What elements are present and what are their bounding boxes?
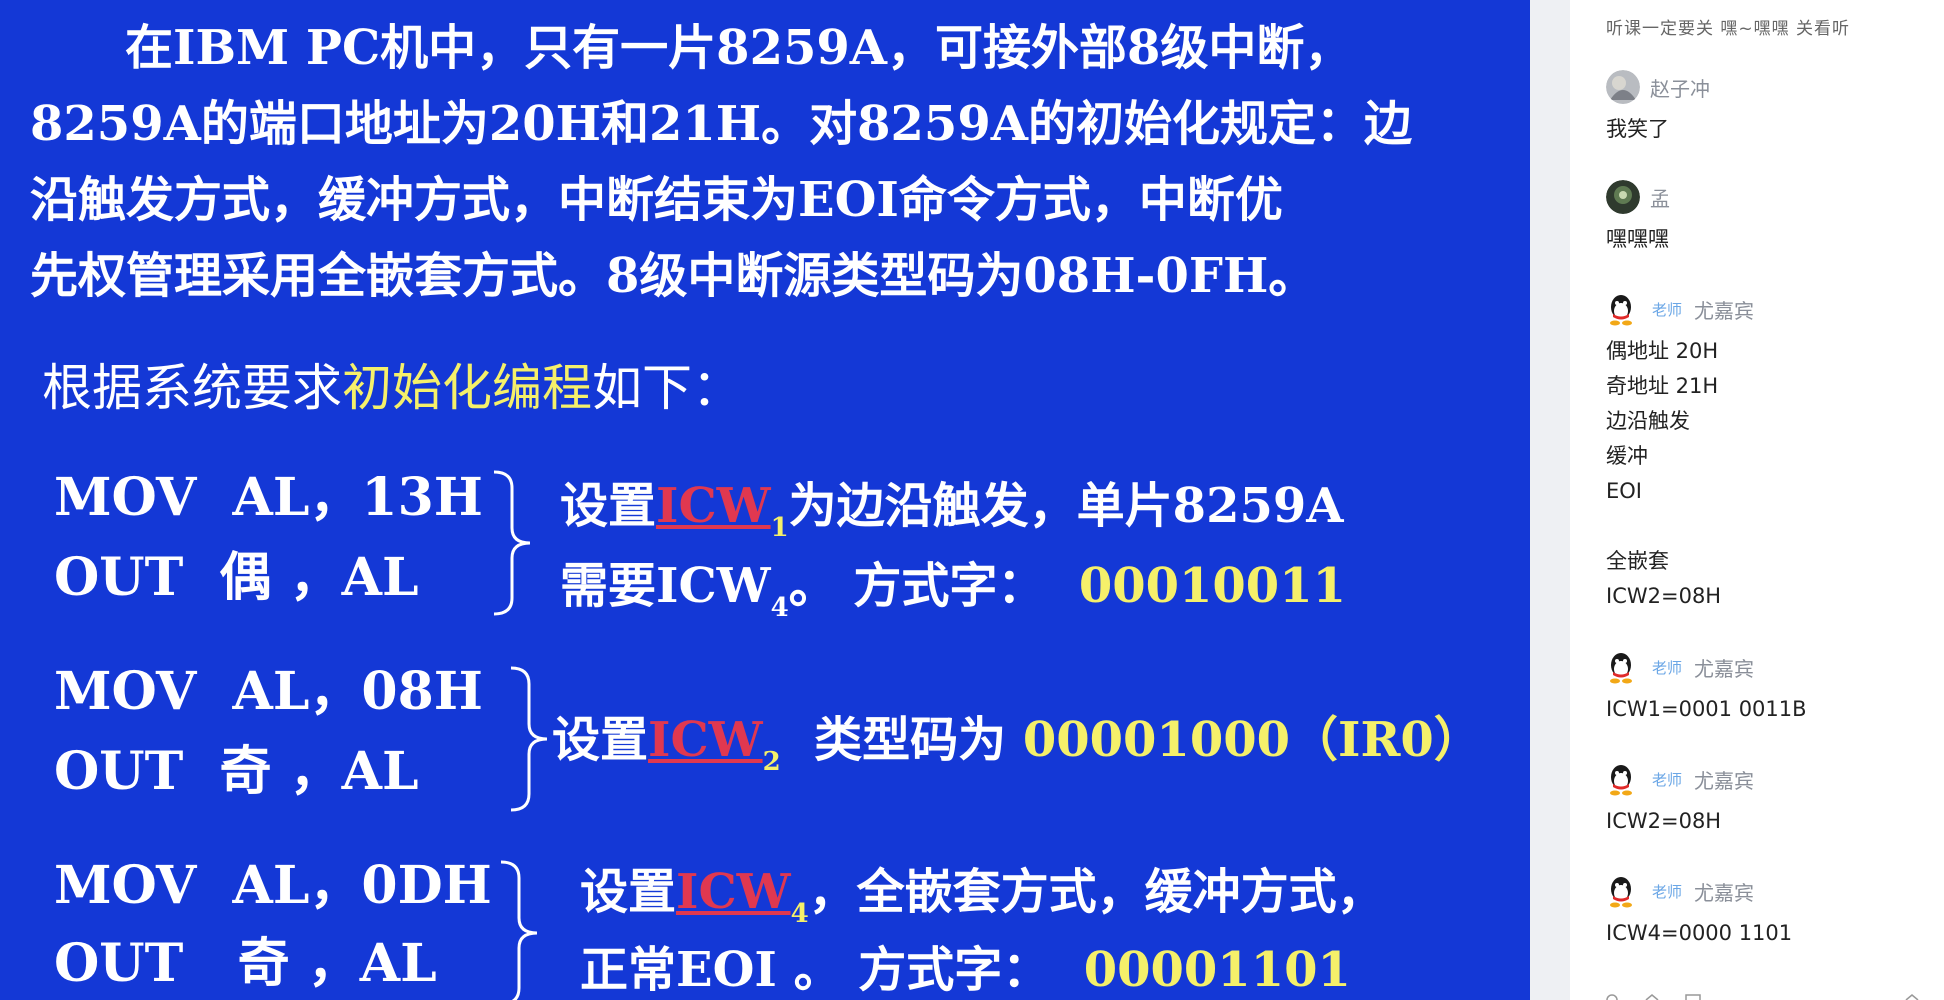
intro-line: 根据系统要求初始化编程如下：	[42, 350, 1512, 426]
block2-desc-line1: 设置ICW2 类型码为 00001000（IR0）	[552, 700, 1482, 802]
chat-message: 老师 尤嘉宾 ICW1=0001 0011B	[1606, 650, 1934, 727]
code-line-mov-0dh: MOV AL，0DH	[54, 855, 492, 916]
chat-message: 赵子冲 我笑了	[1606, 70, 1934, 147]
message-header: 赵子冲	[1606, 70, 1934, 104]
paragraph-line-4: 先权管理采用全嵌套方式。8级中断源类型码为08H-0FH。	[30, 248, 1317, 304]
sender-name: 赵子冲	[1650, 76, 1710, 101]
chat-message: 老师 尤嘉宾 ICW4=0000 1101	[1606, 874, 1934, 951]
chat-panel[interactable]: 听课一定要关 嘿~嘿嘿 关看听 赵子冲 我笑了 孟 嘿嘿嘿 老师 尤嘉宾 偶地址…	[1570, 0, 1944, 1000]
brace-icon	[493, 470, 531, 616]
desc-prefix: 需要ICW	[560, 558, 771, 614]
desc-prefix: 设置	[560, 478, 657, 534]
desc-prefix: 正常EOI 。 方式字：	[580, 942, 1051, 998]
chat-message-cut-off: 听课一定要关 嘿~嘿嘿 关看听	[1606, 19, 1851, 39]
desc-prefix: 设置	[580, 864, 677, 920]
block3-desc-line2: 正常EOI 。 方式字： 00001101	[580, 930, 1351, 1000]
icw-label: ICW	[648, 712, 763, 768]
message-text: ICW4=0000 1101	[1606, 921, 1793, 945]
paragraph-line-3: 沿触发方式，缓冲方式，中断结束为EOI命令方式，中断优	[30, 172, 1283, 228]
message-text: 偶地址 20H 奇地址 21H 边沿触发 缓冲 EOI 全嵌套 ICW2=08H	[1606, 339, 1722, 608]
avatar[interactable]	[1606, 70, 1640, 104]
panel-divider	[1530, 0, 1570, 1000]
chat-message: 老师 尤嘉宾 ICW2=08H	[1606, 762, 1934, 839]
intro-before: 根据系统要求	[42, 359, 342, 417]
message-text: ICW2=08H	[1606, 809, 1722, 833]
qq-penguin-icon[interactable]	[1606, 292, 1636, 326]
message-text: 我笑了	[1606, 117, 1669, 141]
desc-prefix: 设置	[552, 712, 649, 768]
teacher-badge: 老师	[1652, 658, 1683, 677]
code-line-out-odd: OUT 奇 ，AL	[54, 741, 419, 802]
message-text: ICW1=0001 0011B	[1606, 697, 1807, 721]
desc-suffix: ，全嵌套方式，缓冲方式，	[808, 864, 1385, 920]
icw-label: ICW	[676, 864, 791, 920]
intro-after: 如下：	[592, 359, 742, 417]
lecture-slide: 在IBM PC机中，只有一片8259A，可接外部8级中断， 8259A的端口地址…	[0, 0, 1530, 1000]
icw-subscript: 1	[770, 513, 789, 543]
chat-message: 孟 嘿嘿嘿	[1606, 180, 1934, 257]
message-header: 老师 尤嘉宾	[1606, 650, 1934, 684]
message-header: 孟	[1606, 180, 1934, 214]
code-line-mov-08h: MOV AL，08H	[54, 661, 483, 722]
code-line-mov-13h: MOV AL，13H	[54, 467, 483, 528]
sender-name: 尤嘉宾	[1694, 656, 1755, 681]
icw-subscript: 2	[762, 747, 781, 777]
brace-icon	[500, 860, 538, 1000]
paragraph-line-1: 在IBM PC机中，只有一片8259A，可接外部8级中断，	[125, 20, 1353, 76]
sender-name: 尤嘉宾	[1694, 768, 1755, 793]
paragraph-line-2: 8259A的端口地址为20H和21H。对8259A的初始化规定：边	[30, 96, 1412, 152]
desc-suffix: 。 方式字：	[788, 558, 1046, 614]
message-header: 老师 尤嘉宾	[1606, 292, 1934, 326]
desc-suffix: 为边沿触发，单片8259A	[788, 478, 1344, 534]
avatar[interactable]	[1606, 180, 1640, 214]
code-line-out-odd-2: OUT 奇 ，AL	[54, 933, 437, 994]
message-header: 老师 尤嘉宾	[1606, 762, 1934, 796]
block1-desc-line2: 需要ICW4。 方式字： 00010011	[560, 546, 1346, 648]
icw-label: ICW	[656, 478, 771, 534]
sender-name: 尤嘉宾	[1694, 880, 1755, 905]
desc-subscript: 4	[770, 593, 789, 623]
code-line-out-even: OUT 偶 ，AL	[54, 547, 419, 608]
message-text: 嘿嘿嘿	[1606, 227, 1669, 251]
qq-penguin-icon[interactable]	[1606, 650, 1636, 684]
mode-word-value: 00001101	[1083, 942, 1351, 998]
teacher-badge: 老师	[1652, 882, 1683, 901]
toolbar-icons-cut-off	[1606, 994, 1919, 1000]
message-header: 老师 尤嘉宾	[1606, 874, 1934, 908]
sender-name: 孟	[1650, 186, 1670, 211]
type-code-value: 00001000（IR0）	[1022, 712, 1482, 768]
icw-subscript: 4	[790, 899, 809, 929]
intro-highlight: 初始化编程	[342, 359, 592, 417]
chat-message: 老师 尤嘉宾 偶地址 20H 奇地址 21H 边沿触发 缓冲 EOI 全嵌套 I…	[1606, 292, 1934, 614]
desc-suffix: 类型码为	[814, 712, 1007, 768]
qq-penguin-icon[interactable]	[1606, 874, 1636, 908]
mode-word-value: 00010011	[1078, 558, 1346, 614]
qq-penguin-icon[interactable]	[1606, 762, 1636, 796]
teacher-badge: 老师	[1652, 770, 1683, 789]
sender-name: 尤嘉宾	[1694, 298, 1755, 323]
brace-icon	[510, 666, 548, 812]
teacher-badge: 老师	[1652, 300, 1683, 319]
